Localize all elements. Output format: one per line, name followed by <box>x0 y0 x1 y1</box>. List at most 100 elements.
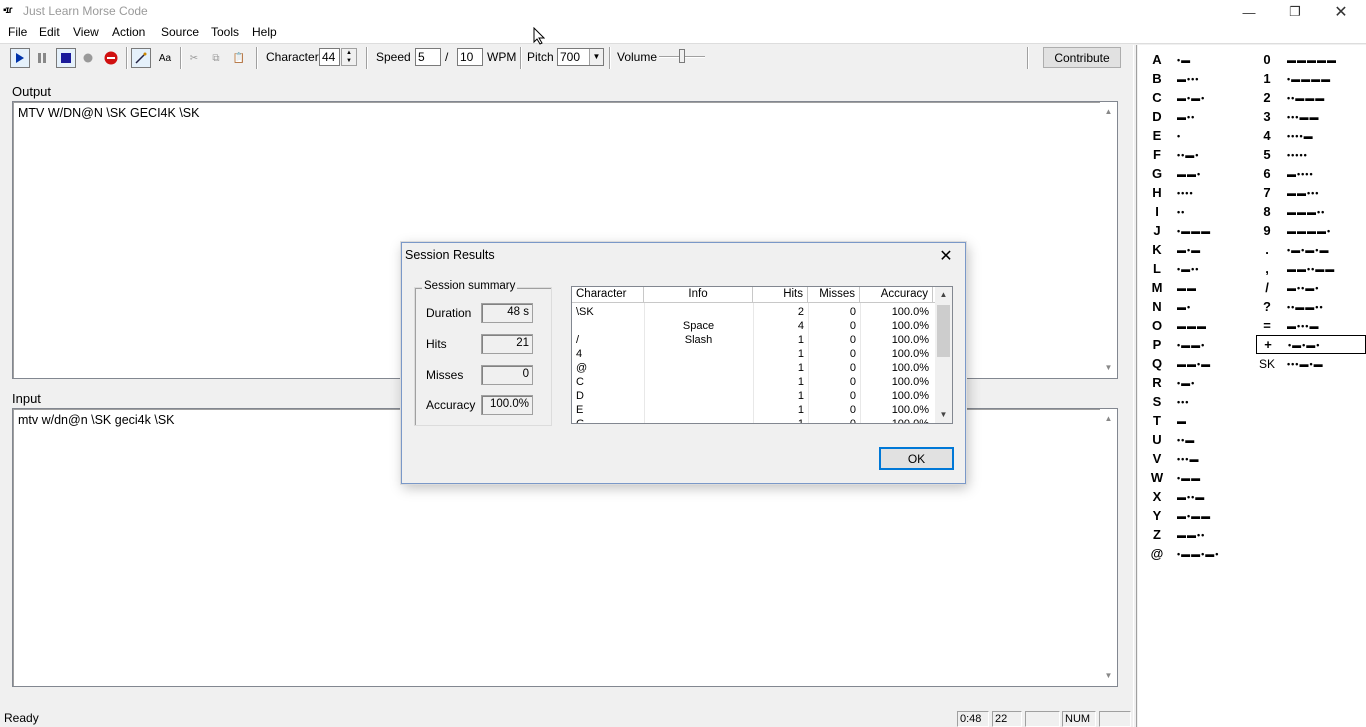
pause-button[interactable] <box>32 48 52 68</box>
scroll-down-icon[interactable]: ▼ <box>1100 361 1117 375</box>
morse-char: 2 <box>1263 90 1271 105</box>
col-character[interactable]: Character <box>572 287 644 303</box>
morse-letter-item: U ••▬ <box>1146 430 1251 449</box>
stop-button[interactable] <box>56 48 76 68</box>
cell-accuracy: 100.0% <box>891 306 929 318</box>
table-row[interactable]: E 1 0 100.0% <box>572 403 936 417</box>
record-button[interactable] <box>78 48 98 68</box>
dialog-close-button[interactable]: ✕ <box>931 244 961 268</box>
characters-input[interactable]: 44 <box>319 48 340 66</box>
morse-char: G <box>1151 166 1163 181</box>
table-row[interactable]: Space 4 0 100.0% <box>572 319 936 333</box>
morse-symbol-item: . •▬•▬•▬ <box>1256 240 1361 259</box>
input-text: mtv w/dn@n \SK geci4k \SK <box>18 413 175 427</box>
cut-button[interactable]: ✂ <box>184 48 204 68</box>
scroll-up-icon[interactable]: ▲ <box>1100 412 1117 426</box>
input-scrollbar[interactable]: ▲ ▼ <box>1100 409 1117 686</box>
cell-hits: 1 <box>797 348 804 360</box>
morse-code: •▬•• <box>1177 263 1200 274</box>
ok-button[interactable]: OK <box>879 447 954 470</box>
session-summary-group: Session summary Duration 48 s Hits 21 Mi… <box>414 280 552 426</box>
table-row[interactable]: G 1 0 100.0% <box>572 417 936 424</box>
morse-code: •••▬ <box>1177 453 1200 464</box>
morse-char: = <box>1263 318 1271 333</box>
session-summary-title: Session summary <box>422 280 518 292</box>
cell-accuracy: 100.0% <box>891 376 929 388</box>
menu-source[interactable]: Source <box>158 25 202 39</box>
morse-char: 0 <box>1263 52 1271 67</box>
menu-action[interactable]: Action <box>109 25 148 39</box>
table-row[interactable]: 4 1 0 100.0% <box>572 347 936 361</box>
scroll-thumb[interactable] <box>937 305 950 357</box>
morse-letter-item: B ▬••• <box>1146 69 1251 88</box>
menu-edit[interactable]: Edit <box>36 25 63 39</box>
speed-input[interactable]: 5 <box>415 48 441 66</box>
morse-code: ▬▬••• <box>1287 187 1320 198</box>
stop-sign-button[interactable] <box>101 48 121 68</box>
morse-char: 5 <box>1263 147 1271 162</box>
scroll-down-icon[interactable]: ▼ <box>1100 669 1117 683</box>
morse-code: •▬▬•▬• <box>1177 548 1220 559</box>
table-row[interactable]: \SK 2 0 100.0% <box>572 305 936 319</box>
morse-code: ••▬ <box>1177 434 1196 445</box>
morse-letter-item: E • <box>1146 126 1251 145</box>
results-table[interactable]: Character Info Hits Misses Accuracy \SK 2… <box>571 286 953 424</box>
speed-max-input[interactable]: 10 <box>457 48 483 66</box>
morse-char: . <box>1265 242 1269 257</box>
morse-letter-item: Y ▬•▬▬ <box>1146 506 1251 525</box>
cell-misses: 0 <box>849 390 856 402</box>
spin-down-icon: ▼ <box>346 58 352 64</box>
col-info[interactable]: Info <box>644 287 753 303</box>
menu-file[interactable]: File <box>5 25 30 39</box>
cell-info <box>644 305 753 319</box>
morse-letter-item: @ •▬▬•▬• <box>1146 544 1251 563</box>
morse-app-icon: ▪ɪɾ <box>3 5 12 16</box>
morse-char: X <box>1152 489 1162 504</box>
panel-splitter[interactable] <box>1133 45 1137 727</box>
menu-help[interactable]: Help <box>249 25 280 39</box>
paste-button[interactable]: 📋 <box>229 48 249 68</box>
table-row[interactable]: D 1 0 100.0% <box>572 389 936 403</box>
morse-char: I <box>1155 204 1159 219</box>
case-button[interactable]: Aa <box>155 48 175 68</box>
scroll-down-icon[interactable]: ▼ <box>935 408 952 422</box>
table-row[interactable]: / Slash 1 0 100.0% <box>572 333 936 347</box>
results-scrollbar[interactable]: ▲ ▼ <box>935 287 952 423</box>
morse-char: A <box>1152 52 1162 67</box>
cell-misses: 0 <box>849 418 856 424</box>
auto-button[interactable] <box>131 48 151 68</box>
output-scrollbar[interactable]: ▲ ▼ <box>1100 102 1117 378</box>
col-accuracy[interactable]: Accuracy <box>860 287 933 303</box>
contribute-button[interactable]: Contribute <box>1043 47 1121 68</box>
cell-misses: 0 <box>849 348 856 360</box>
morse-reference-panel: A •▬ B ▬••• C ▬•▬• D ▬•• E • F ••▬• G ▬▬• H •••• I •• J •▬▬… <box>1138 45 1366 727</box>
volume-label: Volume <box>617 50 658 64</box>
morse-letter-item: O ▬▬▬ <box>1146 316 1251 335</box>
morse-letter-item: L •▬•• <box>1146 259 1251 278</box>
minimize-button[interactable]: — <box>1226 0 1272 24</box>
morse-letter-item: D ▬•• <box>1146 107 1251 126</box>
copy-button[interactable]: ⧉ <box>206 48 226 68</box>
play-button[interactable] <box>10 48 30 68</box>
morse-char: P <box>1152 337 1162 352</box>
morse-char: @ <box>1150 546 1164 561</box>
pitch-select[interactable]: 700 ▼ <box>557 48 604 66</box>
characters-spinner[interactable]: ▲ ▼ <box>341 48 357 66</box>
morse-letter-item: J •▬▬▬ <box>1146 221 1251 240</box>
scroll-up-icon[interactable]: ▲ <box>1100 105 1117 119</box>
scroll-up-icon[interactable]: ▲ <box>935 288 952 302</box>
menu-tools[interactable]: Tools <box>208 25 242 39</box>
col-hits[interactable]: Hits <box>753 287 808 303</box>
menu-view[interactable]: View <box>70 25 102 39</box>
status-bar: Ready 0:48 22 NUM <box>0 709 1133 727</box>
cell-character <box>572 319 644 333</box>
col-misses[interactable]: Misses <box>808 287 860 303</box>
table-row[interactable]: @1 0 100.0% <box>572 361 936 375</box>
restore-button[interactable]: ❐ <box>1272 0 1318 24</box>
volume-slider[interactable] <box>679 49 685 63</box>
close-window-button[interactable]: ✕ <box>1318 0 1364 24</box>
cell-character: G <box>576 418 585 424</box>
table-row[interactable]: C 1 0 100.0% <box>572 375 936 389</box>
morse-symbol-item: 5 ••••• <box>1256 145 1361 164</box>
morse-letter-item: V •••▬ <box>1146 449 1251 468</box>
